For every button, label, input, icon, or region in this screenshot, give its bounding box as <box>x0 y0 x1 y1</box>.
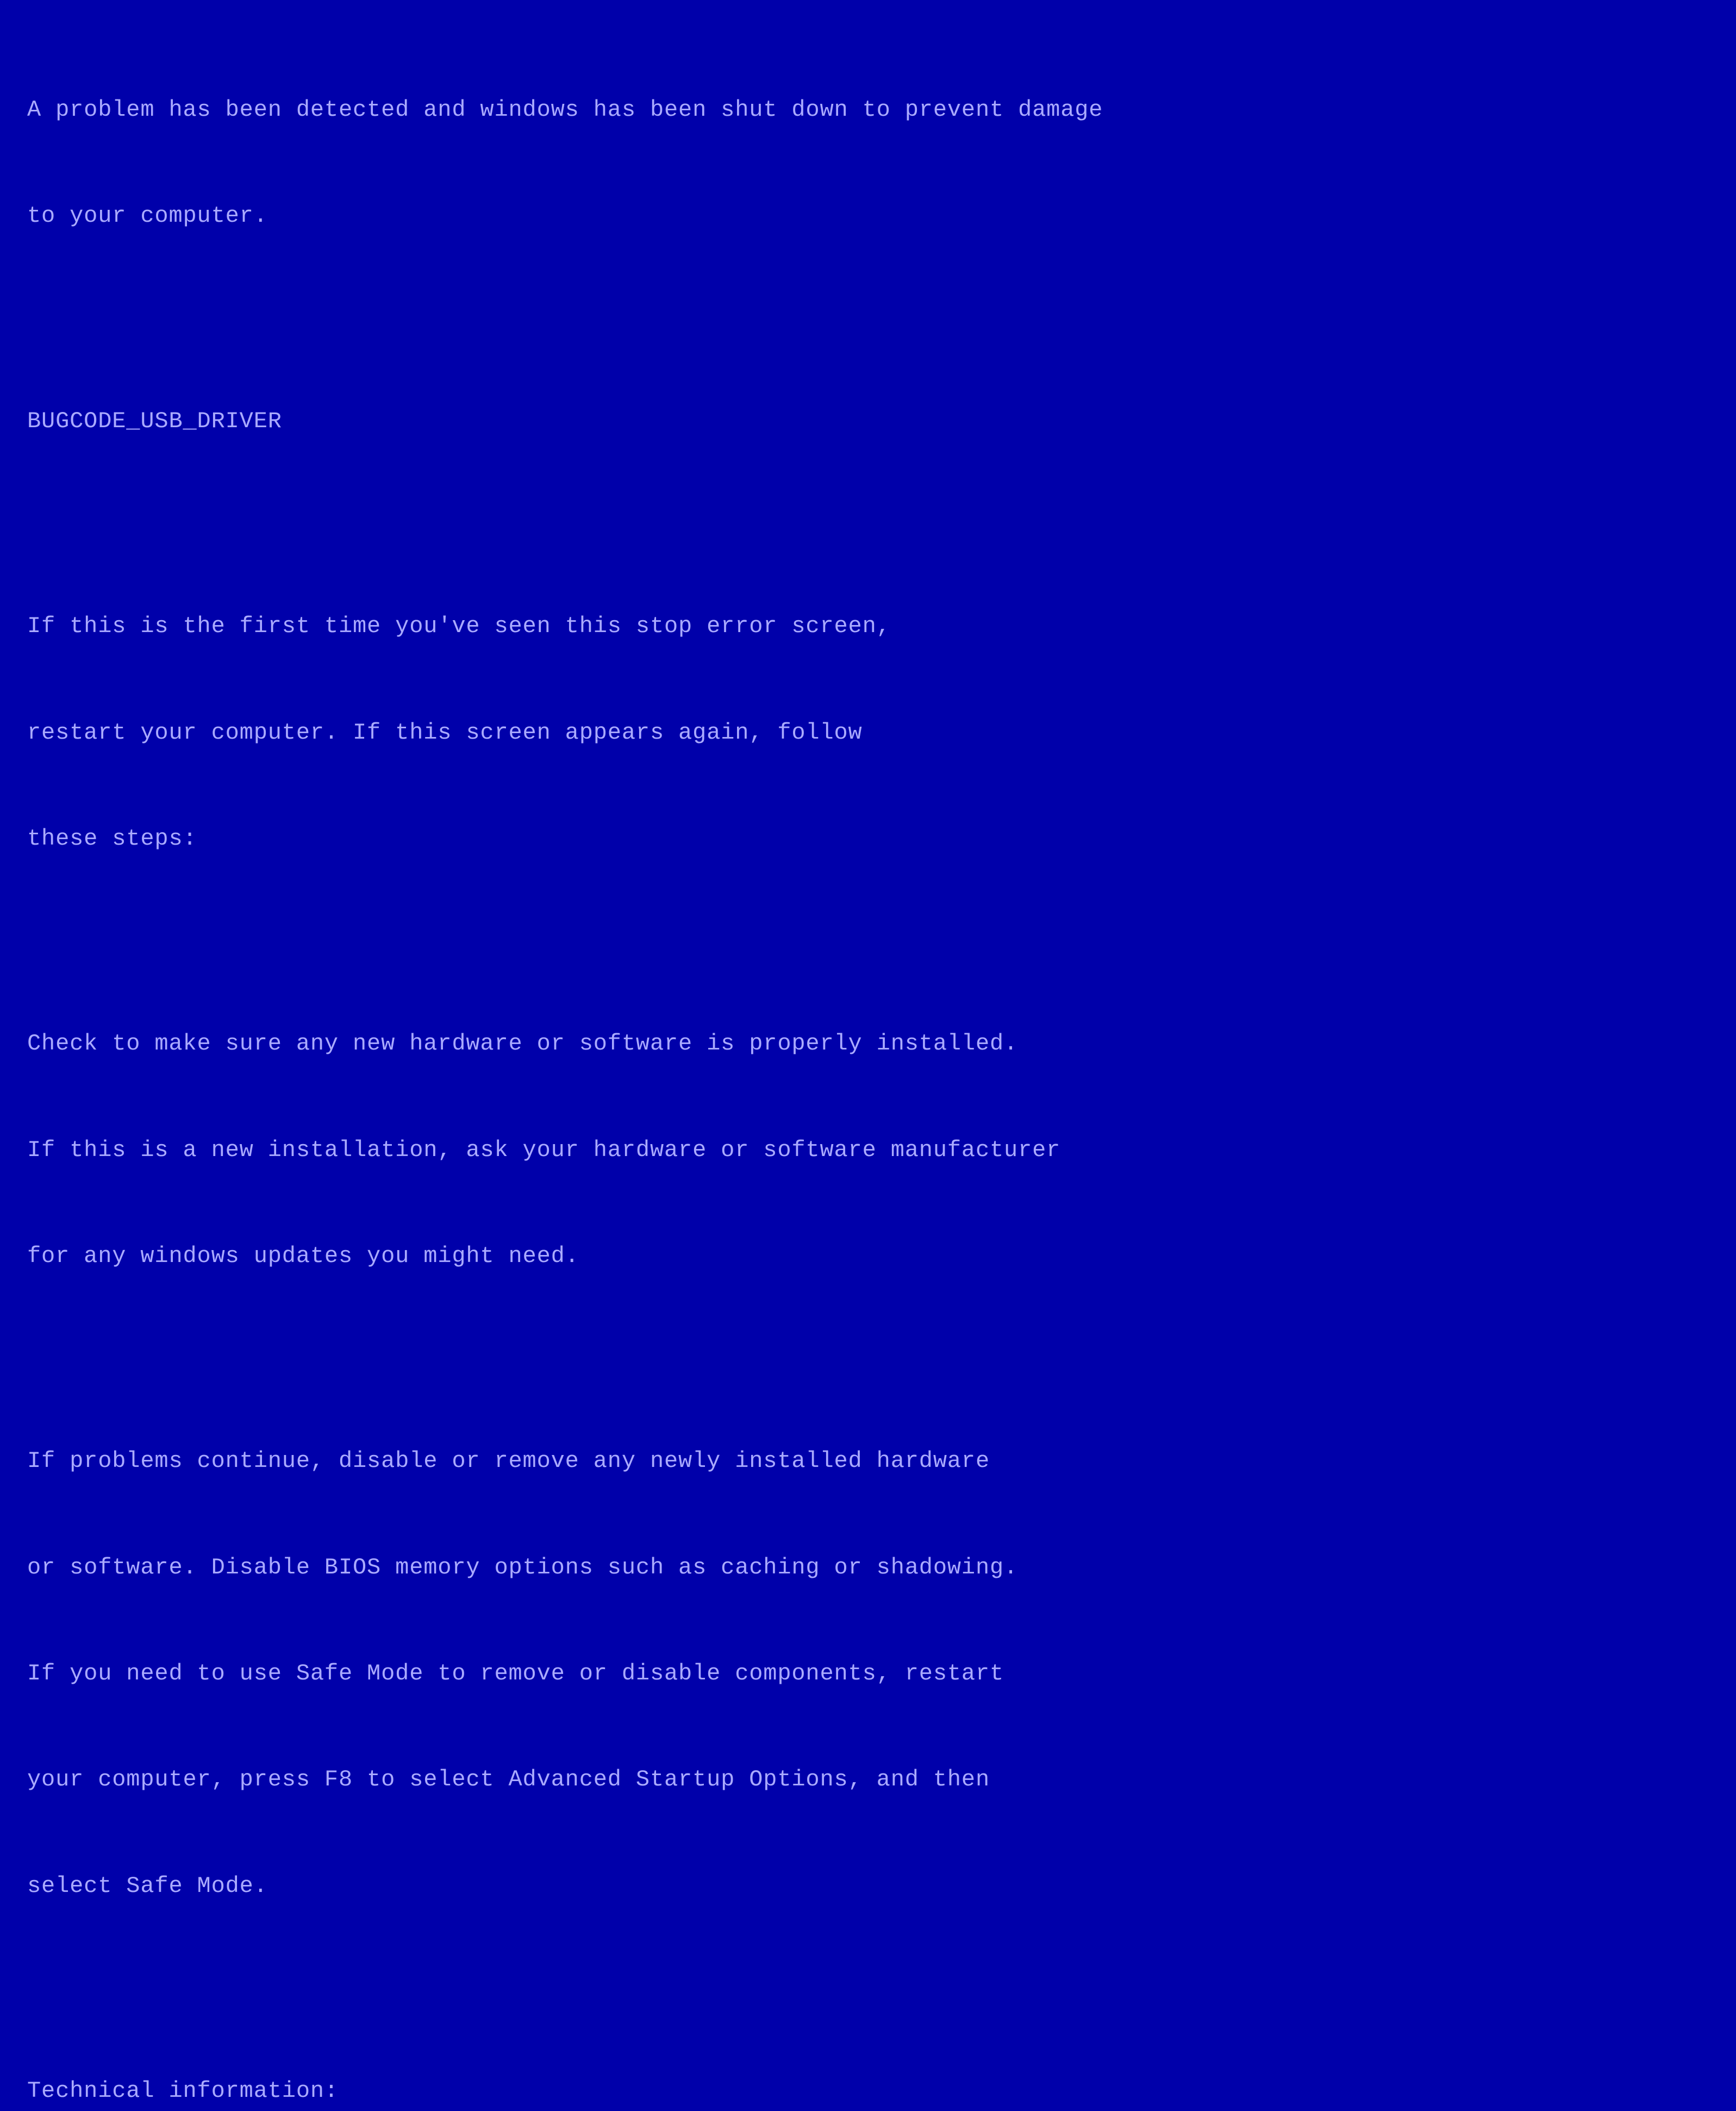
spacer-5 <box>27 1975 1709 2003</box>
bugcode: BUGCODE_USB_DRIVER <box>27 404 1709 439</box>
first-time-line3: these steps: <box>27 821 1709 857</box>
first-time-line2: restart your computer. If this screen ap… <box>27 715 1709 751</box>
spacer-1 <box>27 305 1709 333</box>
spacer-4 <box>27 1345 1709 1373</box>
check-line2: If this is a new installation, ask your … <box>27 1133 1709 1168</box>
check-line3: for any windows updates you might need. <box>27 1239 1709 1274</box>
check-line1: Check to make sure any new hardware or s… <box>27 1026 1709 1061</box>
problems-line4: your computer, press F8 to select Advanc… <box>27 1762 1709 1797</box>
spacer-3 <box>27 927 1709 955</box>
header-line2: to your computer. <box>27 198 1709 234</box>
problems-line5: select Safe Mode. <box>27 1869 1709 1904</box>
spacer-2 <box>27 510 1709 538</box>
bsod-screen: A problem has been detected and windows … <box>27 22 1709 1034</box>
first-time-line1: If this is the first time you've seen th… <box>27 609 1709 644</box>
technical-header: Technical information: <box>27 2073 1709 2109</box>
problems-line1: If problems continue, disable or remove … <box>27 1444 1709 1479</box>
header-line1: A problem has been detected and windows … <box>27 92 1709 128</box>
problems-line2: or software. Disable BIOS memory options… <box>27 1550 1709 1585</box>
problems-line3: If you need to use Safe Mode to remove o… <box>27 1656 1709 1691</box>
